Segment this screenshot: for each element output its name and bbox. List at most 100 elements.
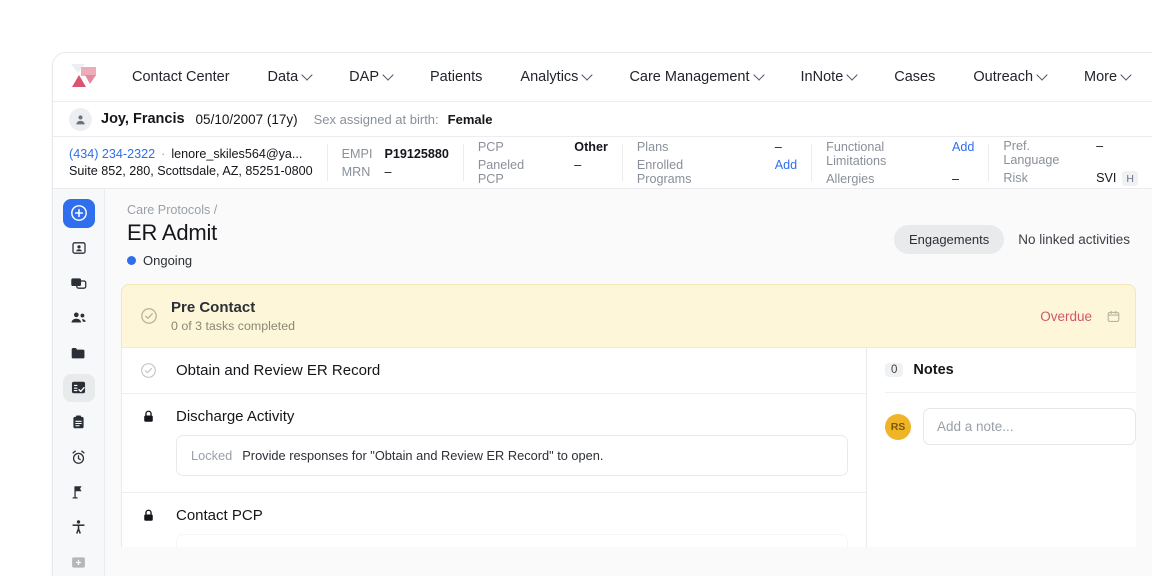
patient-address: Suite 852, 280, Scottsdale, AZ, 85251-08… <box>69 164 313 178</box>
rail-item-goals[interactable] <box>63 478 95 507</box>
phase-banner-text: Pre Contact 0 of 3 tasks completed <box>171 299 295 333</box>
locked-tag: Locked <box>191 448 233 463</box>
rail-item-care-team[interactable] <box>63 304 95 333</box>
chevron-down-icon <box>301 69 313 81</box>
phase-banner-right: Overdue <box>1040 309 1121 324</box>
chevron-down-icon <box>846 69 858 81</box>
patient-phone[interactable]: (434) 234-2322 <box>69 147 155 161</box>
lock-icon <box>140 507 157 524</box>
clinical-column: Functional Limitations Add Allergies – <box>811 140 988 186</box>
separator-dot: · <box>161 147 166 161</box>
patient-name[interactable]: Joy, Francis <box>101 111 185 127</box>
nav-label: DAP <box>349 69 379 85</box>
rail-item-care-protocols[interactable] <box>62 373 95 403</box>
chevron-down-icon <box>1120 69 1132 81</box>
rail-item-reminders[interactable] <box>63 443 95 472</box>
rail-item-add[interactable] <box>62 199 95 228</box>
nav-label: More <box>1084 69 1118 85</box>
top-navigation-bar: Contact Center Data DAP Patients Analyti… <box>53 53 1152 102</box>
folder-icon <box>71 347 85 359</box>
app-window: Contact Center Data DAP Patients Analyti… <box>52 52 1152 576</box>
pref-language-label: Pref. Language <box>1003 138 1060 167</box>
allergies-label: Allergies <box>826 171 875 186</box>
rail-item-add-record[interactable] <box>63 548 95 576</box>
nav-item-analytics[interactable]: Analytics <box>520 63 594 91</box>
status-badge-overdue: Overdue <box>1040 308 1092 324</box>
task-row-contact-pcp[interactable]: Contact PCP <box>122 492 866 534</box>
sex-assigned-value: Female <box>447 111 493 127</box>
nav-label: Outreach <box>973 69 1034 85</box>
avatar: RS <box>885 413 911 440</box>
mrn-label: MRN <box>341 164 371 179</box>
pref-language-value: – <box>1096 138 1104 153</box>
protocol-header-right: Engagements No linked activities <box>893 203 1130 254</box>
task-row-discharge-activity[interactable]: Discharge Activity <box>122 394 866 435</box>
linked-activities-text: No linked activities <box>1018 232 1130 247</box>
nav-label: Analytics <box>520 69 579 85</box>
alarm-clock-icon <box>72 450 85 465</box>
page-title: ER Admit <box>127 220 218 245</box>
rhythm-logo-icon[interactable] <box>69 62 103 92</box>
content-area: Care Protocols / ER Admit Ongoing Engage… <box>105 189 1152 576</box>
nav-item-data[interactable]: Data <box>268 63 313 91</box>
patient-email[interactable]: lenore_skiles564@ya... <box>171 147 302 161</box>
notes-panel: 0 Notes RS <box>866 347 1136 547</box>
main-body: Care Protocols / ER Admit Ongoing Engage… <box>53 189 1152 576</box>
notes-header: 0 Notes <box>885 362 1136 392</box>
functional-limitations-label: Functional Limitations <box>826 139 887 168</box>
allergies-value: – <box>951 171 959 186</box>
nav-label: InNote <box>800 69 844 85</box>
functional-limitations-add-link[interactable]: Add <box>952 140 974 154</box>
status-dot-icon <box>127 256 136 265</box>
clipboard-icon <box>73 415 84 429</box>
plans-value: – <box>774 139 782 154</box>
locked-notice-contact-pcp: Locked Complete all the dependent tasks … <box>176 534 848 547</box>
pcp-label: PCP <box>477 139 504 154</box>
nav-item-cases[interactable]: Cases <box>894 63 935 91</box>
chat-icon <box>71 278 87 289</box>
nav-item-patients[interactable]: Patients <box>430 63 482 91</box>
id-card-icon <box>71 242 86 255</box>
calendar-icon[interactable] <box>1106 309 1121 324</box>
chevron-down-icon <box>382 69 394 81</box>
breadcrumb[interactable]: Care Protocols / <box>127 203 894 217</box>
rail-item-patient-card[interactable] <box>63 234 95 263</box>
people-icon <box>70 312 86 323</box>
left-icon-rail <box>53 189 105 576</box>
contact-info-column: (434) 234-2322 · lenore_skiles564@ya... … <box>53 144 327 181</box>
engagements-button[interactable]: Engagements <box>893 225 1005 254</box>
flag-icon <box>72 486 82 499</box>
protocol-header: Care Protocols / ER Admit Ongoing Engage… <box>105 189 1152 278</box>
phase-progress: 0 of 3 tasks completed <box>171 319 295 333</box>
task-title: Contact PCP <box>176 507 263 524</box>
risk-value: SVI <box>1096 170 1117 185</box>
risk-label: Risk <box>1003 170 1028 185</box>
enrolled-programs-label: Enrolled Programs <box>636 157 692 186</box>
nav-item-innote[interactable]: InNote <box>800 63 858 91</box>
nav-item-care-management[interactable]: Care Management <box>629 63 765 91</box>
checklist-icon <box>71 382 86 394</box>
task-title: Discharge Activity <box>176 408 295 425</box>
protocol-header-left: Care Protocols / ER Admit Ongoing <box>127 203 894 268</box>
phase-banner-pre-contact[interactable]: Pre Contact 0 of 3 tasks completed Overd… <box>121 284 1136 347</box>
task-row-obtain-er-record[interactable]: Obtain and Review ER Record <box>122 348 866 394</box>
nav-item-contact-center[interactable]: Contact Center <box>132 63 230 91</box>
chevron-down-icon <box>581 69 594 81</box>
task-list: Obtain and Review ER Record Discharge Ac… <box>121 347 866 547</box>
chevron-down-icon <box>1036 69 1048 81</box>
lock-icon <box>140 408 157 425</box>
rail-item-documents[interactable] <box>63 339 95 368</box>
pcp-column: PCP Other Paneled PCP – <box>462 140 622 186</box>
rail-item-functional-status[interactable] <box>63 513 95 542</box>
nav-item-dap[interactable]: DAP <box>349 63 394 91</box>
rail-item-messages[interactable] <box>63 269 95 298</box>
enrolled-programs-add-link[interactable]: Add <box>775 158 797 172</box>
add-note-input[interactable] <box>923 408 1136 445</box>
empi-value: P19125880 <box>384 146 449 161</box>
patient-header-bar: Joy, Francis 05/10/2007 (17y) Sex assign… <box>53 102 1152 137</box>
rail-item-assessments[interactable] <box>63 408 95 437</box>
nav-item-more[interactable]: More <box>1084 63 1132 91</box>
nav-item-outreach[interactable]: Outreach <box>973 63 1048 91</box>
contact-line-1: (434) 234-2322 · lenore_skiles564@ya... <box>69 147 313 161</box>
language-risk-column: Pref. Language – Risk SVI H <box>988 139 1152 187</box>
